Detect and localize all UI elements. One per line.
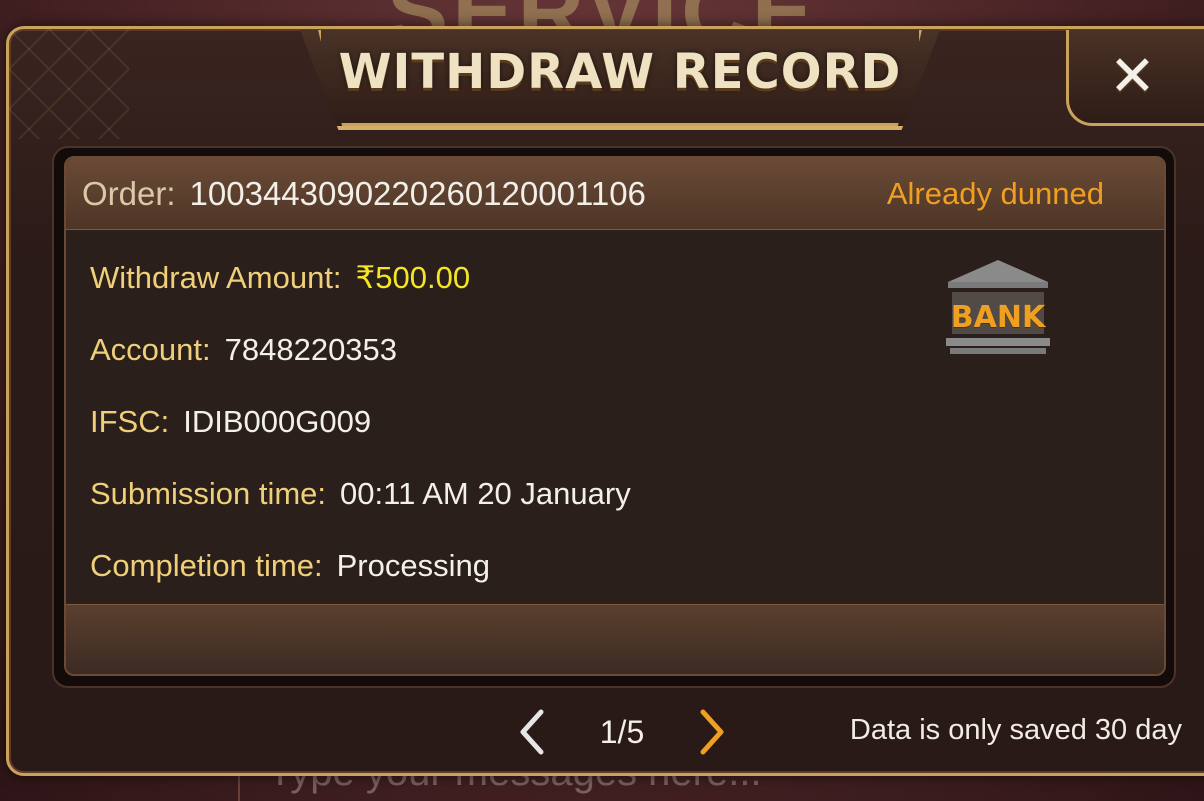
page-indicator: 1/5 <box>599 713 645 750</box>
completion-time-value: Processing <box>336 548 490 583</box>
detail-row-ifsc: IFSC: IDIB000G009 <box>90 386 1140 458</box>
close-button[interactable]: ✕ <box>1066 30 1204 126</box>
close-icon: ✕ <box>1109 44 1156 109</box>
next-page-button[interactable] <box>692 707 732 757</box>
submission-time-value: 00:11 AM 20 January <box>340 476 631 511</box>
detail-row-completion: Completion time: Processing <box>90 530 1140 602</box>
prev-page-button[interactable] <box>512 707 552 757</box>
order-number: 1003443090220260120001106 <box>189 174 646 212</box>
bank-icon: BANK <box>946 260 1050 356</box>
completion-time-label: Completion time: <box>90 548 323 583</box>
detail-row-submission: Submission time: 00:11 AM 20 January <box>90 458 1140 530</box>
corner-decoration <box>9 29 129 139</box>
chevron-right-icon <box>700 709 724 755</box>
modal-title: WITHDRAW RECORD <box>338 44 902 100</box>
status-label: Already dunned <box>886 175 1104 211</box>
account-value: 7848220353 <box>224 332 398 367</box>
order-info: Order: 1003443090220260120001106 <box>82 175 646 213</box>
record-footer <box>66 604 1164 674</box>
ifsc-label: IFSC: <box>90 404 170 439</box>
amount-label: Withdraw Amount: <box>90 260 342 295</box>
submission-time-label: Submission time: <box>90 476 327 511</box>
bank-label: BANK <box>950 300 1046 335</box>
ifsc-value: IDIB000G009 <box>183 404 372 439</box>
account-label: Account: <box>90 332 211 367</box>
data-retention-note: Data is only saved 30 day <box>849 714 1182 746</box>
pagination: 1/5 <box>512 704 732 760</box>
record-details: Withdraw Amount: ₹500.00 Account: 784822… <box>66 230 1164 604</box>
record-header: Order: 1003443090220260120001106 Already… <box>66 158 1164 230</box>
order-label: Order: <box>82 174 176 212</box>
chevron-left-icon <box>520 709 544 755</box>
amount-value: ₹500.00 <box>355 260 471 295</box>
withdraw-record-card: Order: 1003443090220260120001106 Already… <box>64 156 1166 676</box>
